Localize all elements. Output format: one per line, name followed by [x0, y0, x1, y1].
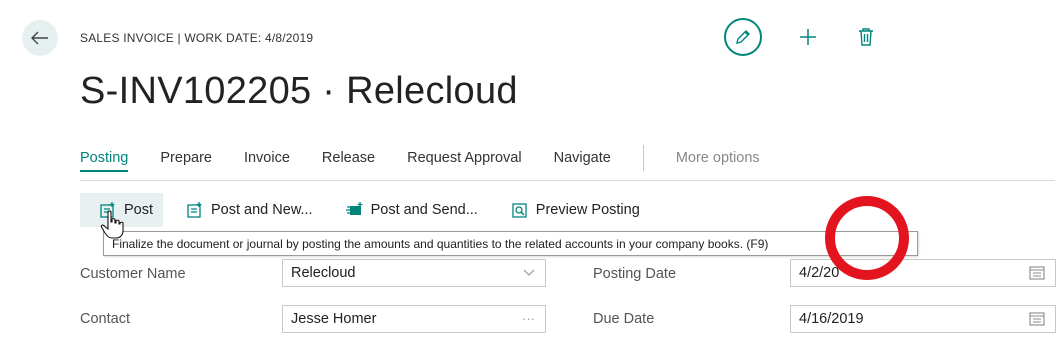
preview-posting-icon: [510, 200, 530, 220]
preview-posting-button[interactable]: Preview Posting: [494, 193, 650, 227]
tab-prepare[interactable]: Prepare: [160, 150, 212, 172]
post-and-send-label: Post and Send...: [370, 202, 478, 218]
posting-date-label: Posting Date: [593, 266, 677, 282]
edit-button[interactable]: [724, 18, 762, 56]
more-options-icon[interactable]: ···: [522, 311, 535, 326]
tabs-divider: [80, 180, 1055, 181]
plus-icon: [800, 29, 816, 45]
page-title: S-INV102205 · Relecloud: [80, 70, 518, 112]
chevron-down-icon[interactable]: [523, 265, 535, 280]
tab-more-options[interactable]: More options: [676, 150, 760, 172]
pencil-icon: [736, 30, 750, 44]
post-tooltip: Finalize the document or journal by post…: [103, 231, 918, 256]
contact-field[interactable]: Jesse Homer ···: [282, 305, 546, 333]
calendar-icon[interactable]: [1029, 311, 1045, 329]
tab-posting[interactable]: Posting: [80, 150, 129, 172]
tab-divider: [642, 145, 644, 171]
posting-date-field[interactable]: 4/2/20: [790, 259, 1056, 287]
post-and-new-label: Post and New...: [211, 202, 313, 218]
action-tabs: Posting Prepare Invoice Release Request …: [80, 145, 792, 172]
page-caption: SALES INVOICE | WORK DATE: 4/8/2019: [80, 31, 314, 45]
post-new-icon: [185, 200, 205, 220]
delete-button[interactable]: [854, 25, 878, 49]
new-button[interactable]: [796, 25, 820, 49]
preview-posting-label: Preview Posting: [535, 202, 640, 218]
tab-navigate[interactable]: Navigate: [554, 150, 611, 172]
tab-request-approval[interactable]: Request Approval: [407, 150, 521, 172]
due-date-value: 4/16/2019: [799, 311, 864, 327]
customer-name-label: Customer Name: [80, 266, 186, 282]
due-date-label: Due Date: [593, 311, 655, 327]
back-arrow-icon: [31, 31, 48, 45]
calendar-icon[interactable]: [1029, 265, 1045, 283]
customer-name-value: Relecloud: [291, 265, 356, 281]
posting-date-value: 4/2/20: [799, 265, 840, 281]
post-send-icon: [345, 200, 365, 220]
post-label: Post: [124, 202, 154, 218]
due-date-field[interactable]: 4/16/2019: [790, 305, 1056, 333]
tab-release[interactable]: Release: [322, 150, 375, 172]
post-and-send-button[interactable]: Post and Send...: [329, 193, 488, 227]
contact-label: Contact: [80, 311, 130, 327]
posting-actions: Post Post and New... Post and Send... Pr…: [80, 193, 656, 227]
header-actions: [724, 18, 878, 56]
customer-name-field[interactable]: Relecloud: [282, 259, 546, 287]
post-and-new-button[interactable]: Post and New...: [169, 193, 323, 227]
contact-value: Jesse Homer: [291, 311, 377, 327]
back-button[interactable]: [22, 20, 58, 56]
trash-icon: [859, 28, 873, 46]
hand-cursor-icon: [100, 210, 124, 245]
highlight-circle: [825, 196, 909, 280]
invoice-card: SALES INVOICE | WORK DATE: 4/8/2019 S-IN…: [0, 0, 1062, 355]
tab-invoice[interactable]: Invoice: [244, 150, 290, 172]
